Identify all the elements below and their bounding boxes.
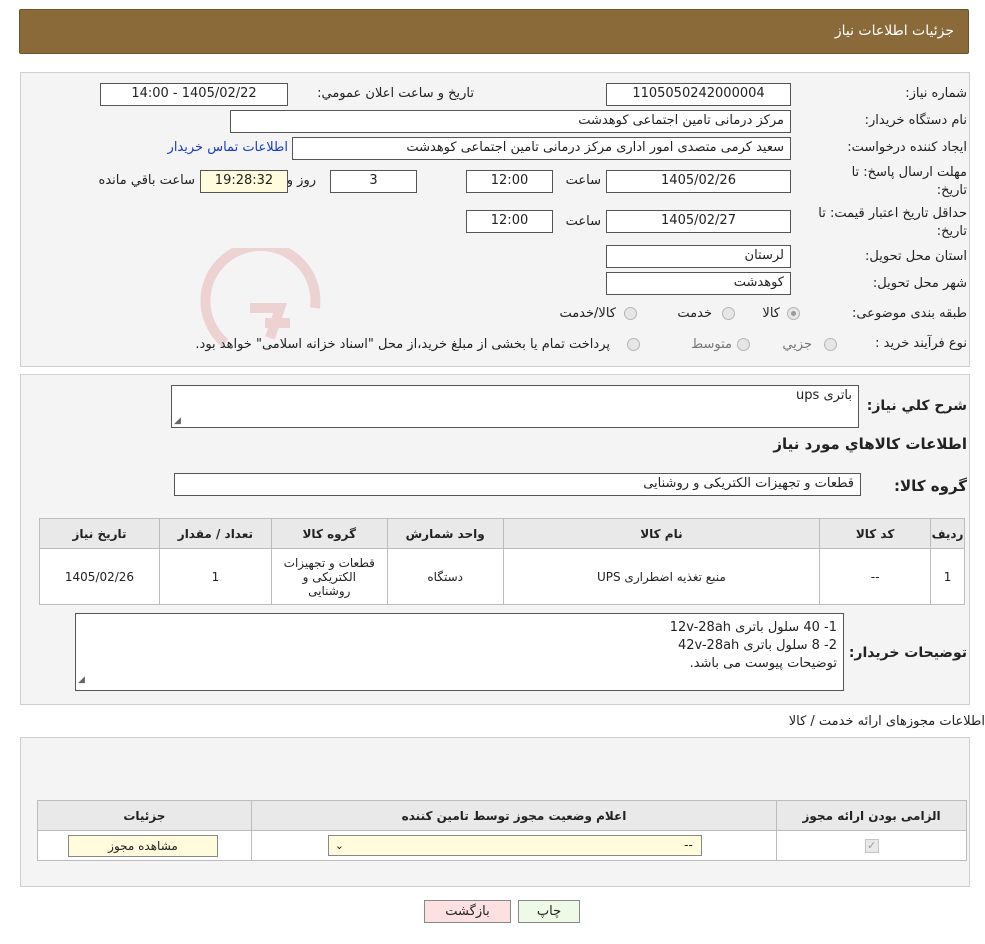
category-option-goods: کالا [762,306,780,321]
goods-table: رديف کد کالا نام کالا واحد شمارش گروه کا… [39,518,965,605]
goods-info-title: اطلاعات کالاهاي مورد نياز [773,435,967,453]
page-title: جزئیات اطلاعات نیاز [834,23,954,39]
buyer-note-line-3: توضیحات پیوست می باشد. [689,656,837,671]
process-radio-treasury[interactable] [627,338,640,351]
cell-qty: 1 [158,548,272,605]
col-unit: واحد شمارش [386,518,504,549]
resize-grip-icon[interactable]: ◢ [174,416,181,426]
buyer-note-line-2: 2- 8 سلول باتری 42v-28ah [677,638,837,653]
cell-permit-details: مشاهده مجوز [37,830,252,861]
cell-code: -- [819,548,932,605]
category-option-goods-service: کالا/خدمت [559,306,616,321]
remaining-time-field: 19:28:32 [200,170,288,193]
permits-table: الزامی بودن ارائه مجوز اعلام وضعیت مجوز … [37,800,967,861]
description-text: باتری ups [796,388,852,403]
goods-group-field: قطعات و تجهیزات الکتریکی و روشنایی [174,473,861,496]
col-name: نام کالا [502,518,821,549]
description-label: شرح کلي نياز: [866,398,967,414]
process-note: پرداخت تمام يا بخشی از مبلغ خريد،از محل … [195,337,610,352]
validity-label-line1: حداقل تاريخ اعتبار قيمت: تا [818,206,967,221]
buyer-contact-link[interactable]: اطلاعات تماس خريدار [168,140,288,155]
cell-row: 1 [930,548,965,605]
col-permit-details: جزئیات [37,800,252,831]
validity-time-field: 12:00 [466,210,553,233]
buyer-notes-textarea[interactable]: 1- 40 سلول باتری 12v-28ah 2- 8 سلول باتر… [75,613,844,691]
view-permit-button[interactable]: مشاهده مجوز [68,835,218,857]
permits-table-header: الزامی بودن ارائه مجوز اعلام وضعیت مجوز … [37,800,967,831]
deadline-label-line1: مهلت ارسال پاسخ: تا [851,165,967,180]
table-row: ✓ -- ⌄ مشاهده مجوز [37,830,967,861]
buyer-notes-label: توضيحات خريدار: [848,645,967,661]
category-radio-goods[interactable] [787,307,800,320]
required-checkbox[interactable]: ✓ [864,839,879,853]
city-field: کوهدشت [606,272,791,295]
buyer-org-label: نام دستگاه خريدار: [864,113,967,128]
col-row: رديف [930,518,965,549]
cell-permit-status: -- ⌄ [250,830,778,861]
need-number-label: شماره نیاز: [905,86,967,101]
chevron-down-icon: ⌄ [334,839,345,852]
validity-date-field: 1405/02/27 [606,210,791,233]
cell-date: 1405/02/26 [39,548,160,605]
col-date: تاريخ نياز [39,518,160,549]
col-permit-required: الزامی بودن ارائه مجوز [776,800,967,831]
cell-group: قطعات و تجهیزات الکتریکی و روشنایی [270,548,388,605]
days-label: روز و [286,173,316,188]
col-qty: تعداد / مقدار [158,518,272,549]
goods-table-header: رديف کد کالا نام کالا واحد شمارش گروه کا… [39,518,965,549]
category-radio-goods-service[interactable] [624,307,637,320]
category-label: طبقه بندی موضوعی: [851,306,967,321]
process-option-medium: متوسط [691,337,732,352]
validity-time-label: ساعت [565,214,601,229]
category-option-service: خدمت [677,306,712,321]
remaining-time-label: ساعت باقي مانده [98,173,195,188]
process-radio-minor[interactable] [824,338,837,351]
process-radio-medium[interactable] [737,338,750,351]
announce-datetime-label: تاريخ و ساعت اعلان عمومي: [317,86,474,101]
permit-status-value: -- [684,838,693,852]
province-label: استان محل تحویل: [865,249,967,264]
need-number-field: 1105050242000004 [606,83,791,106]
permits-title: اطلاعات مجوزهای ارائه خدمت / کالا [788,714,985,729]
buyer-org-field: مرکز درمانی تامین اجتماعی کوهدشت [230,110,791,133]
city-label: شهر محل تحویل: [872,276,967,291]
back-button[interactable]: بازگشت [424,900,511,923]
resize-grip-icon[interactable]: ◢ [78,671,85,689]
validity-label-line2: تاريخ: [936,224,967,239]
col-group: گروه کالا [270,518,388,549]
announce-datetime-field: 1405/02/22 - 14:00 [100,83,288,106]
col-code: کد کالا [819,518,932,549]
permit-status-select[interactable]: -- ⌄ [327,835,702,856]
page-header: جزئیات اطلاعات نیاز [19,9,969,54]
province-field: لرستان [606,245,791,268]
description-textarea[interactable]: باتری ups ◢ [171,385,859,428]
requester-field: سعید کرمی متصدی امور اداری مرکز درمانی ت… [292,137,791,160]
category-radio-service[interactable] [722,307,735,320]
deadline-time-field: 12:00 [466,170,553,193]
print-button[interactable]: چاپ [518,900,580,923]
deadline-time-label: ساعت [565,173,601,188]
deadline-label-line2: تاريخ: [936,183,967,198]
process-option-minor: جزيي [782,337,812,352]
table-row: 1 -- منبع تغذیه اضطراری UPS دستگاه قطعات… [39,548,965,605]
requester-label: ایجاد کننده درخواست: [847,140,967,155]
cell-permit-required: ✓ [776,830,967,861]
cell-name: منبع تغذیه اضطراری UPS [502,548,821,605]
buyer-note-line-1: 1- 40 سلول باتری 12v-28ah [669,620,837,635]
col-permit-status: اعلام وضعیت مجوز توسط تامین کننده [250,800,778,831]
deadline-date-field: 1405/02/26 [606,170,791,193]
process-label: نوع فرآيند خريد : [875,336,967,351]
days-field: 3 [330,170,417,193]
goods-group-label: گروه کالا: [894,477,967,495]
cell-unit: دستگاه [386,548,504,605]
